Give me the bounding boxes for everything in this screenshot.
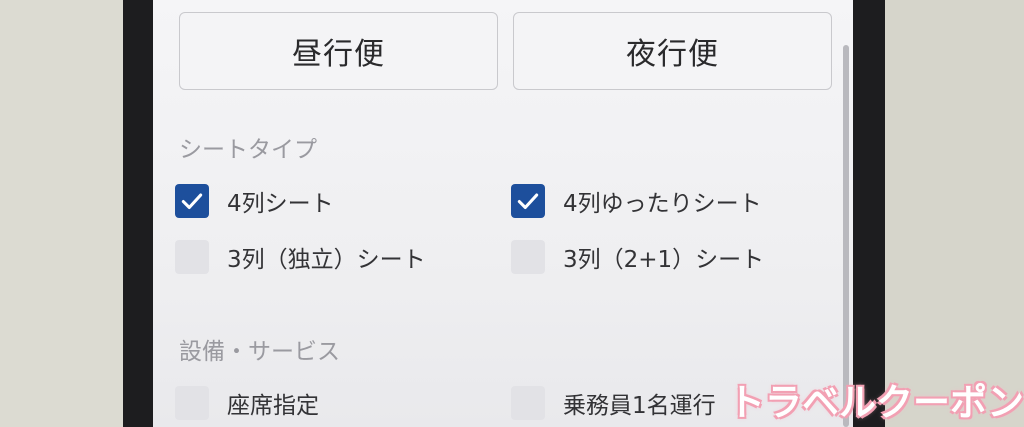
checkbox-unchecked[interactable] bbox=[175, 240, 209, 274]
seat-option-3row-independent[interactable]: 3列（独立）シート bbox=[175, 240, 426, 274]
option-label: 座席指定 bbox=[227, 393, 319, 419]
scrollbar[interactable] bbox=[843, 45, 849, 427]
daytime-bus-button[interactable]: 昼行便 bbox=[179, 12, 498, 90]
option-label: 4列シート bbox=[227, 191, 334, 217]
night-bus-label: 夜行便 bbox=[626, 37, 719, 72]
checkbox-checked[interactable] bbox=[511, 184, 545, 218]
night-bus-button[interactable]: 夜行便 bbox=[513, 12, 832, 90]
phone-bezel-left bbox=[123, 0, 153, 427]
option-label: 乗務員1名運行 bbox=[563, 393, 716, 419]
seat-option-3row-2plus1[interactable]: 3列（2+1）シート bbox=[511, 240, 764, 274]
option-label: 3列（2+1）シート bbox=[563, 247, 765, 273]
option-label: 4列ゆったりシート bbox=[563, 191, 762, 217]
daytime-bus-label: 昼行便 bbox=[292, 37, 385, 72]
seat-option-4row-wide[interactable]: 4列ゆったりシート bbox=[511, 184, 762, 218]
checkbox-checked[interactable] bbox=[175, 184, 209, 218]
checkbox-unchecked[interactable] bbox=[511, 386, 545, 420]
checkbox-unchecked[interactable] bbox=[175, 386, 209, 420]
site-watermark: トラベルクーポン bbox=[728, 381, 1024, 424]
phone-screen: 昼行便 夜行便 シートタイプ 4列シート 4列ゆったりシート 3列（独立）シート… bbox=[153, 0, 853, 427]
background bbox=[885, 0, 1024, 427]
facility-option-seat-reservation[interactable]: 座席指定 bbox=[175, 386, 319, 420]
facilities-heading: 設備・サービス bbox=[179, 339, 340, 365]
check-icon bbox=[517, 193, 539, 210]
seat-option-4row[interactable]: 4列シート bbox=[175, 184, 334, 218]
checkbox-unchecked[interactable] bbox=[511, 240, 545, 274]
option-label: 3列（独立）シート bbox=[227, 247, 426, 273]
check-icon bbox=[181, 193, 203, 210]
phone-bezel-right bbox=[853, 0, 885, 427]
facility-option-single-driver[interactable]: 乗務員1名運行 bbox=[511, 386, 716, 420]
seat-type-heading: シートタイプ bbox=[179, 137, 317, 163]
